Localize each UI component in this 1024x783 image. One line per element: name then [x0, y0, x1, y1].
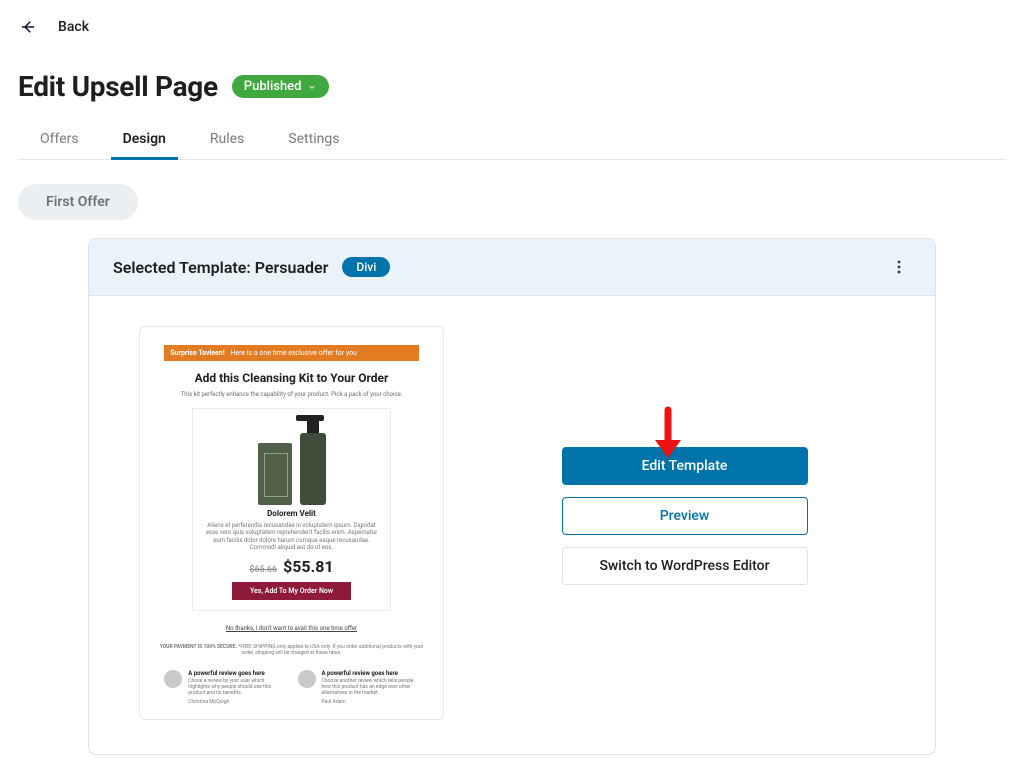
switch-editor-button[interactable]: Switch to WordPress Editor: [562, 547, 808, 585]
page-title: Edit Upsell Page: [18, 70, 218, 103]
chevron-down-icon: [307, 82, 317, 92]
action-column: Edit Template Preview Switch to WordPres…: [484, 326, 885, 706]
preview-subhead: This kit perfectly enhance the capabilit…: [181, 391, 403, 398]
avatar-icon: [164, 670, 182, 688]
preview-review: A powerful review goes here Choose anoth…: [298, 670, 419, 705]
preview-product-desc: Aliens et perferendis recusandae in volu…: [199, 522, 385, 551]
arrow-left-icon: [18, 17, 38, 37]
template-preview: Surprise Tavleen! Here is a one time exc…: [139, 326, 444, 720]
more-menu-button[interactable]: [887, 255, 911, 279]
template-panel-header: Selected Template: Persuader Divi: [89, 239, 935, 296]
template-panel: Selected Template: Persuader Divi Surpri…: [88, 238, 936, 755]
builder-badge: Divi: [342, 257, 390, 277]
tab-settings[interactable]: Settings: [288, 125, 339, 159]
preview-banner: Surprise Tavleen! Here is a one time exc…: [164, 345, 419, 361]
preview-product-name: Dolorem Velit: [267, 509, 316, 518]
preview-cta: Yes, Add To My Order Now: [232, 582, 351, 600]
template-title: Selected Template: Persuader: [113, 258, 328, 277]
back-nav[interactable]: Back: [18, 14, 1006, 40]
preview-price: $65.66 $55.81: [249, 557, 333, 576]
preview-review: A powerful review goes here Chose a revi…: [164, 670, 285, 705]
tab-rules[interactable]: Rules: [210, 125, 244, 159]
tabs: Offers Design Rules Settings: [18, 125, 1006, 160]
tab-offers[interactable]: Offers: [40, 125, 79, 159]
status-badge-label: Published: [244, 79, 302, 94]
back-label: Back: [58, 19, 89, 35]
preview-product-image: [242, 419, 342, 505]
kebab-icon: [891, 259, 907, 275]
offer-pill-first[interactable]: First Offer: [18, 184, 138, 220]
preview-headline: Add this Cleansing Kit to Your Order: [195, 371, 389, 385]
status-badge-published[interactable]: Published: [232, 75, 330, 98]
tab-design[interactable]: Design: [123, 125, 166, 159]
preview-button[interactable]: Preview: [562, 497, 808, 535]
preview-skip-link: No thanks, I don't want to avail this on…: [226, 625, 357, 632]
preview-product-box: Dolorem Velit Aliens et perferendis recu…: [192, 408, 392, 611]
preview-reviews: A powerful review goes here Chose a revi…: [164, 670, 419, 705]
annotation-arrow-icon: [647, 404, 689, 468]
preview-note: YOUR PAYMENT IS 100% SECURE. *FREE SHIPP…: [140, 644, 443, 656]
avatar-icon: [298, 670, 316, 688]
